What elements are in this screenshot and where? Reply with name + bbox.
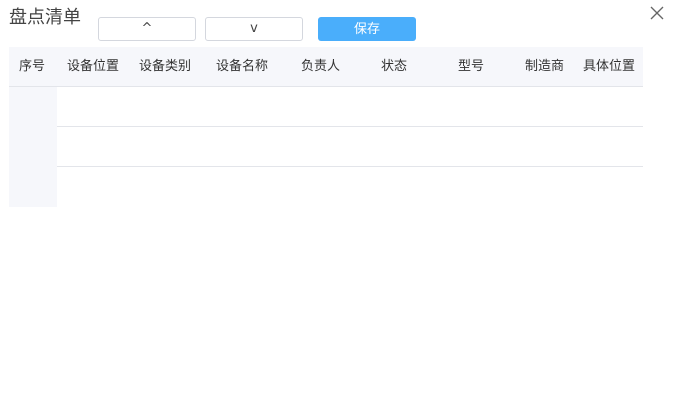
column-header-model: 型号 [458, 59, 485, 74]
column-header-index: 序号 [19, 59, 46, 74]
dialog-title: 盘点清单 [9, 7, 81, 28]
table-row[interactable] [9, 167, 643, 207]
row-index-cell [9, 127, 57, 167]
row-index-cell [9, 87, 57, 127]
row-index-cell [9, 167, 57, 207]
column-header-device-name: 设备名称 [216, 59, 269, 74]
table-row[interactable] [9, 127, 643, 167]
column-header-exact-location: 具体位置 [583, 59, 636, 74]
column-header-status: 状态 [381, 59, 408, 74]
inventory-table: 序号 设备位置 设备类别 设备名称 负责人 状态 型号 制造商 具体位置 [9, 47, 643, 207]
table-row[interactable] [9, 87, 643, 127]
move-up-button[interactable]: ^ [98, 17, 196, 41]
column-header-category: 设备类别 [139, 59, 192, 74]
inventory-dialog: 盘点清单 ^ v 保存 序号 设备位置 设备类别 设备名称 负责人 状态 型号 … [0, 0, 698, 409]
column-header-manufacturer: 制造商 [525, 59, 565, 74]
column-header-location: 设备位置 [67, 59, 120, 74]
save-button[interactable]: 保存 [318, 17, 416, 41]
table-header: 序号 设备位置 设备类别 设备名称 负责人 状态 型号 制造商 具体位置 [9, 47, 643, 87]
close-icon[interactable] [648, 4, 666, 22]
move-down-button[interactable]: v [205, 17, 303, 41]
column-header-owner: 负责人 [301, 59, 341, 74]
